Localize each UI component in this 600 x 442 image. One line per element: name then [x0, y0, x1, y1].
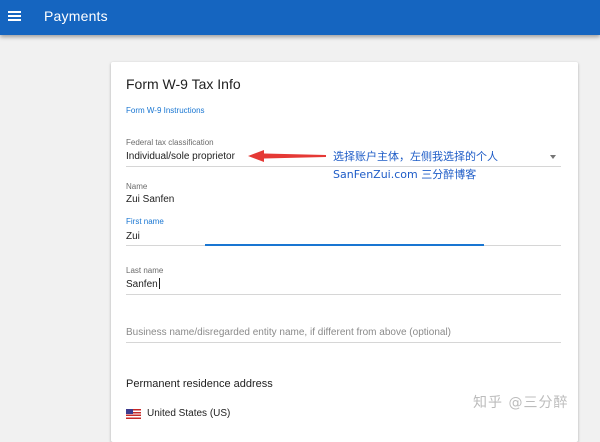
last-name-underline	[126, 294, 561, 295]
first-name-label: First name	[126, 217, 164, 226]
last-name-value: Sanfen	[126, 279, 158, 290]
business-name-input[interactable]: Business name/disregarded entity name, i…	[126, 327, 451, 338]
page-title: Payments	[44, 8, 108, 24]
tax-classification-select[interactable]: Individual/sole proprietor	[126, 151, 235, 162]
annotation-arrow-icon	[248, 150, 326, 162]
last-name-field[interactable]: Sanfen	[126, 278, 160, 290]
first-name-field[interactable]: Zui	[126, 231, 140, 242]
name-field[interactable]: Zui Sanfen	[126, 194, 174, 205]
w9-instructions-link[interactable]: Form W-9 Instructions	[126, 106, 205, 115]
chevron-down-icon[interactable]	[550, 155, 556, 159]
form-title: Form W-9 Tax Info	[126, 76, 241, 92]
watermark: 知乎 @三分醉	[473, 395, 569, 411]
w9-form-card: Form W-9 Tax Info Form W-9 Instructions …	[111, 62, 578, 442]
name-label: Name	[126, 182, 148, 191]
first-name-focus-underline	[205, 244, 484, 246]
annotation-line-1: 选择账户主体，左侧我选择的个人	[333, 150, 498, 163]
annotation-line-2: SanFenZui.com 三分醉博客	[333, 168, 477, 181]
menu-icon[interactable]	[8, 9, 21, 22]
us-flag-icon	[126, 409, 141, 419]
text-caret	[158, 278, 160, 289]
business-name-underline	[126, 342, 561, 343]
tax-classification-label: Federal tax classification	[126, 138, 214, 147]
address-section-heading: Permanent residence address	[126, 378, 273, 390]
last-name-label: Last name	[126, 266, 164, 275]
country-select[interactable]: United States (US)	[147, 408, 230, 419]
app-bar: Payments	[0, 0, 600, 35]
